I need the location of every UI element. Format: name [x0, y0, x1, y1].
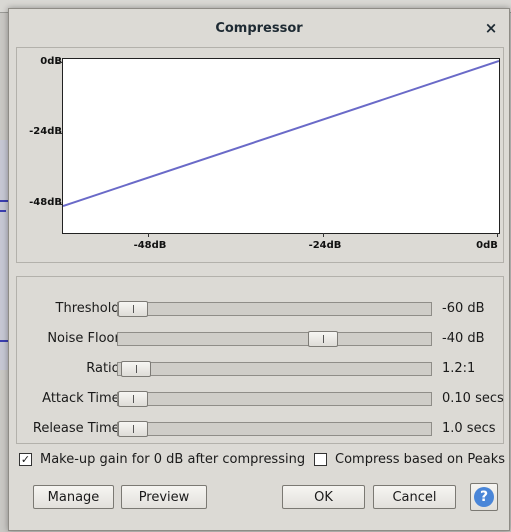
help-button[interactable]: ? — [470, 483, 498, 511]
manage-button[interactable]: Manage — [33, 485, 114, 509]
close-icon: × — [484, 19, 498, 37]
dialog-title: Compressor — [215, 20, 303, 36]
ratio-row: Ratio: 1.2:1 — [17, 358, 503, 380]
noise-floor-slider-thumb[interactable] — [308, 331, 338, 347]
cancel-button[interactable]: Cancel — [373, 485, 456, 509]
release-time-slider-thumb[interactable] — [118, 421, 148, 437]
compression-graph-panel: 0dB -24dB -48dB -48dB -24dB 0dB — [16, 47, 504, 263]
release-time-row: Release Time: 1.0 secs — [17, 418, 503, 440]
threshold-label: Threshold: — [55, 301, 124, 316]
noise-floor-value: -40 dB — [442, 331, 485, 346]
x-axis-label-minus48db: -48dB — [133, 240, 167, 251]
ok-button[interactable]: OK — [282, 485, 365, 509]
help-icon: ? — [474, 487, 494, 507]
waveform-mark — [0, 210, 6, 212]
attack-time-label: Attack Time: — [42, 391, 124, 406]
compress-peaks-label: Compress based on Peaks — [335, 452, 506, 467]
x-tick — [148, 233, 149, 237]
compressor-dialog: Compressor × 0dB -24dB -48dB -48dB -24dB… — [8, 8, 510, 531]
release-time-slider[interactable] — [117, 421, 432, 437]
threshold-value: -60 dB — [442, 301, 485, 316]
threshold-row: Threshold: -60 dB — [17, 298, 503, 320]
y-axis-label-minus24db: -24dB — [29, 126, 62, 137]
preview-button[interactable]: Preview — [121, 485, 207, 509]
x-tick — [497, 233, 498, 237]
curve-svg — [63, 60, 499, 207]
x-tick — [323, 233, 324, 237]
x-axis-label-minus24db: -24dB — [308, 240, 342, 251]
y-axis-label-minus48db: -48dB — [29, 197, 62, 208]
parameters-group: Threshold: -60 dB Noise Floor: -40 dB Ra… — [16, 276, 504, 444]
noise-floor-row: Noise Floor: -40 dB — [17, 328, 503, 350]
compress-peaks-checkbox[interactable]: Compress based on Peaks — [314, 452, 505, 467]
noise-floor-label: Noise Floor: — [47, 331, 124, 346]
noise-floor-slider[interactable] — [117, 331, 432, 347]
attack-time-value: 0.10 secs — [442, 391, 504, 406]
ratio-slider-thumb[interactable] — [121, 361, 151, 377]
attack-time-slider[interactable] — [117, 391, 432, 407]
close-button[interactable]: × — [481, 18, 501, 38]
compression-plot — [62, 58, 500, 234]
attack-time-slider-thumb[interactable] — [118, 391, 148, 407]
attack-time-row: Attack Time: 0.10 secs — [17, 388, 504, 410]
makeup-gain-label: Make-up gain for 0 dB after compressing — [40, 452, 306, 467]
ratio-value: 1.2:1 — [442, 361, 476, 376]
x-axis-label-0db: 0dB — [476, 240, 498, 251]
threshold-slider[interactable] — [117, 301, 432, 317]
ratio-slider[interactable] — [117, 361, 432, 377]
compression-curve — [63, 60, 499, 207]
makeup-gain-checkbox[interactable]: ✓ Make-up gain for 0 dB after compressin… — [19, 452, 305, 467]
threshold-slider-thumb[interactable] — [118, 301, 148, 317]
compress-peaks-check-icon[interactable] — [314, 453, 327, 466]
makeup-gain-check-icon[interactable]: ✓ — [19, 453, 32, 466]
title-bar: Compressor — [9, 9, 509, 47]
release-time-label: Release Time: — [32, 421, 124, 436]
release-time-value: 1.0 secs — [442, 421, 496, 436]
